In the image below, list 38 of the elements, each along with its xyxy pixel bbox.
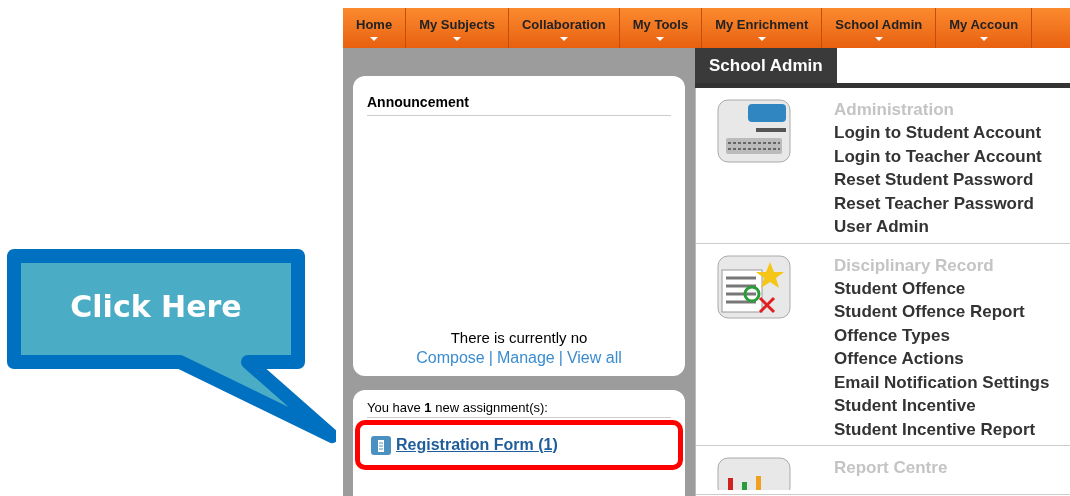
caret-icon: [979, 37, 988, 42]
caret-icon: [559, 37, 568, 42]
admin-link[interactable]: Student Incentive Report: [834, 417, 1050, 441]
announcement-link[interactable]: View all: [566, 346, 622, 370]
admin-link[interactable]: Email Notification Settings: [834, 370, 1050, 394]
announcement-link[interactable]: Compose: [416, 346, 485, 370]
admin-link[interactable]: Login to Teacher Account: [834, 144, 1042, 168]
announcement-link[interactable]: Manage: [496, 346, 555, 370]
admin-link[interactable]: Reset Teacher Password: [834, 191, 1042, 215]
admin-link[interactable]: Reset Student Password: [834, 168, 1042, 192]
assignment-heading: You have 1 new assignment(s):: [367, 400, 671, 418]
bar-chart-icon: [716, 456, 792, 490]
callout-text: Click Here: [69, 288, 243, 326]
admin-link[interactable]: Offence Actions: [834, 347, 1050, 371]
form-icon: [370, 434, 392, 456]
panel-tab[interactable]: School Admin: [695, 48, 837, 83]
computer-icon: [716, 98, 792, 166]
caret-icon: [874, 37, 883, 42]
nav-menu-item[interactable]: My Accoun: [936, 8, 1033, 48]
admin-link[interactable]: Student Incentive: [834, 394, 1050, 418]
section-title: Administration: [834, 99, 955, 121]
separator: |: [558, 348, 563, 368]
separator: |: [488, 348, 493, 368]
caret-icon: [370, 37, 379, 42]
admin-link[interactable]: Student Offence: [834, 276, 1050, 300]
admin-link[interactable]: Student Offence Report: [834, 300, 1050, 324]
record-icon: [716, 253, 792, 322]
caret-icon: [656, 37, 665, 42]
empty-message: There is currently no: [449, 330, 589, 346]
caret-icon: [757, 37, 766, 42]
card-title: Announcement: [367, 92, 671, 116]
section-title: Disciplinary Record: [834, 254, 995, 277]
caret-icon: [453, 37, 462, 42]
section-title: Report Centre: [834, 457, 948, 479]
admin-link[interactable]: User Admin: [834, 215, 1042, 239]
assignment-link[interactable]: Registration Form (1): [396, 433, 558, 457]
admin-link[interactable]: Offence Types: [834, 323, 1050, 347]
admin-link[interactable]: Login to Student Account: [834, 121, 1042, 145]
